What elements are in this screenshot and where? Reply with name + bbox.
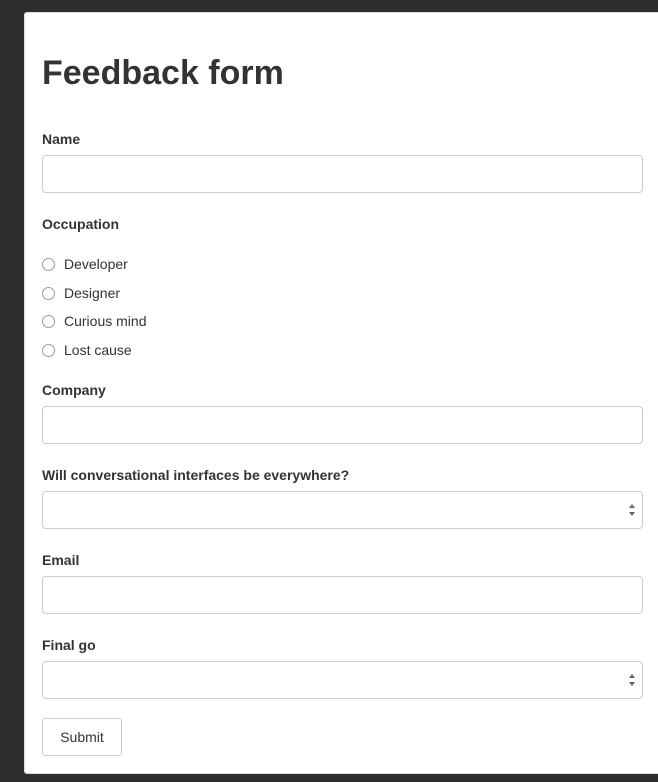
final-go-label: Final go [42, 637, 96, 653]
occupation-option-label: Developer [64, 256, 128, 272]
up-down-arrows-icon [629, 674, 635, 686]
email-label: Email [42, 552, 80, 568]
radio-unchecked-icon[interactable] [42, 286, 55, 300]
occupation-option-label: Curious mind [64, 313, 147, 329]
occupation-option-developer[interactable]: Developer [42, 254, 128, 274]
company-label: Company [42, 382, 106, 398]
occupation-option-lost-cause[interactable]: Lost cause [42, 340, 132, 360]
feedback-form-panel: Feedback form Name Occupation Developer … [24, 12, 658, 774]
radio-unchecked-icon[interactable] [42, 343, 55, 357]
form-title: Feedback form [42, 54, 284, 92]
name-label: Name [42, 131, 81, 147]
occupation-label: Occupation [42, 216, 120, 232]
conversational-select[interactable] [42, 491, 643, 529]
email-input[interactable] [42, 576, 643, 614]
submit-button[interactable]: Submit [42, 718, 122, 756]
occupation-option-label: Lost cause [64, 342, 132, 358]
occupation-option-label: Designer [64, 285, 121, 301]
up-down-arrows-icon [629, 504, 635, 516]
company-input[interactable] [42, 406, 643, 444]
name-input[interactable] [42, 155, 643, 193]
conversational-label: Will conversational interfaces be everyw… [42, 467, 350, 483]
radio-unchecked-icon[interactable] [42, 257, 55, 271]
occupation-option-designer[interactable]: Designer [42, 283, 120, 303]
occupation-option-curious-mind[interactable]: Curious mind [42, 311, 146, 331]
final-go-select[interactable] [42, 661, 643, 699]
radio-unchecked-icon[interactable] [42, 314, 55, 328]
